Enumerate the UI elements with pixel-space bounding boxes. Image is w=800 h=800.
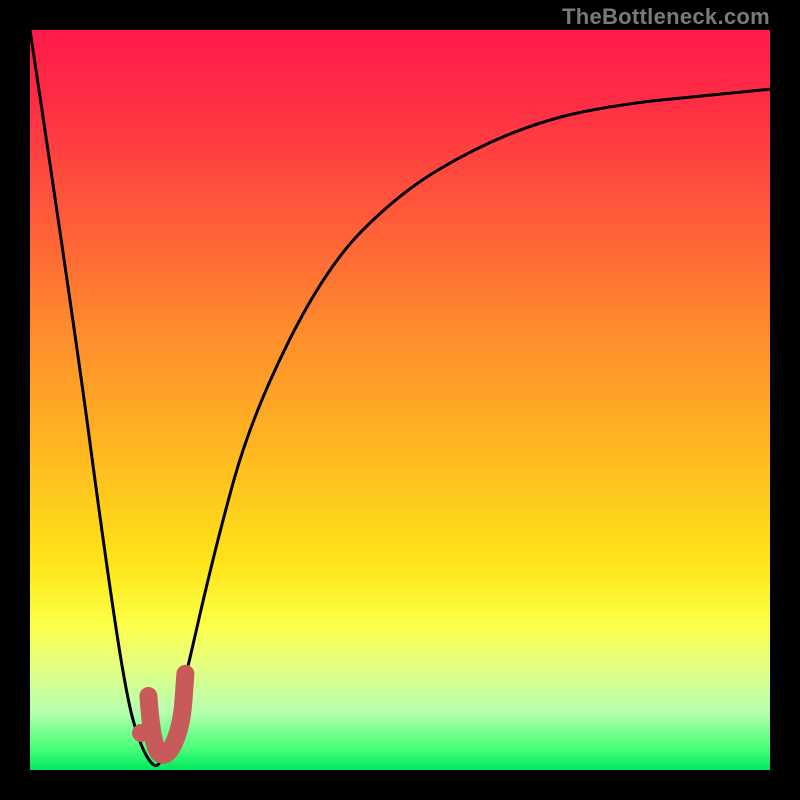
plot-area xyxy=(30,30,770,770)
curve-layer xyxy=(30,30,770,770)
watermark-text: TheBottleneck.com xyxy=(562,4,770,30)
chart-frame: TheBottleneck.com xyxy=(0,0,800,800)
bottleneck-curve xyxy=(30,30,770,766)
optimum-marker-dot xyxy=(132,724,150,742)
optimum-marker-hook xyxy=(148,674,185,755)
